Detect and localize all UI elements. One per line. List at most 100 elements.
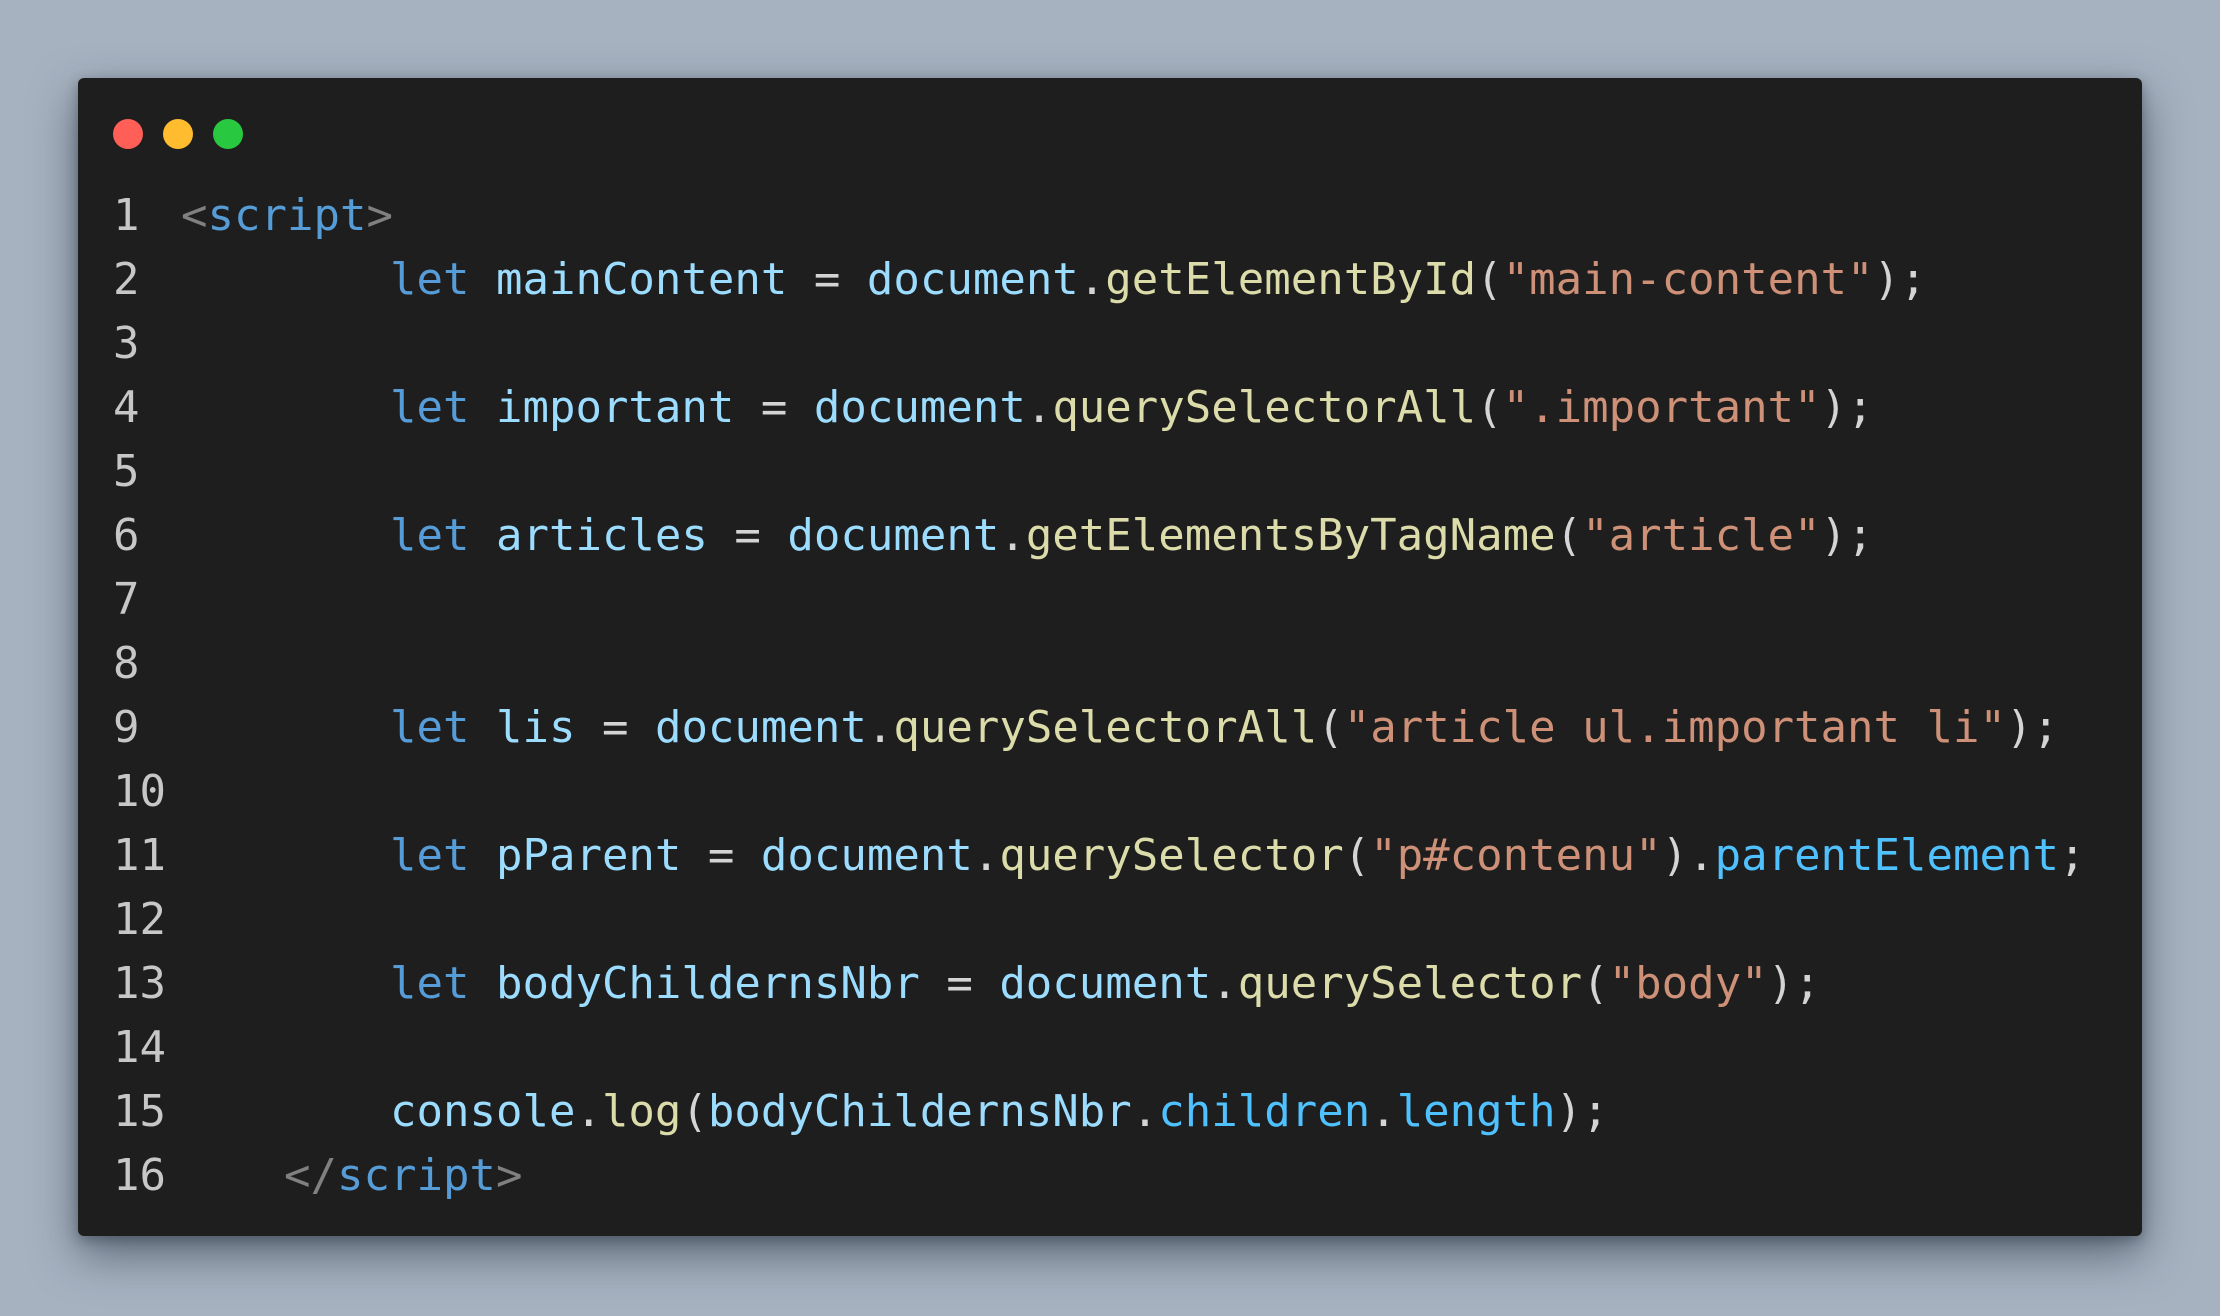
code-token: log: [601, 1086, 682, 1137]
code-token: articles: [495, 510, 708, 561]
code-line: 8: [78, 632, 2142, 696]
code-token: document: [787, 510, 1000, 561]
code-token: let: [390, 702, 470, 753]
code-token: querySelector: [999, 830, 1344, 881]
code-token: .: [1211, 958, 1238, 1009]
code-line: 15 console.log(bodyChildernsNbr.children.…: [78, 1080, 2142, 1144]
code-line: 16 </script>: [78, 1144, 2142, 1208]
line-number: 11: [113, 830, 166, 881]
code-window: 1 <script> 2 let mainContent = document.get…: [78, 78, 2142, 1236]
minimize-window-dot[interactable]: [163, 119, 193, 149]
code-line: 1 <script>: [78, 184, 2142, 248]
code-token: (: [1317, 702, 1344, 753]
code-token: ;: [2058, 830, 2086, 881]
code-token: important: [495, 382, 735, 433]
code-text: let bodyChildernsNbr = document.querySel…: [390, 952, 1821, 1016]
code-text: console.log(bodyChildernsNbr.children.le…: [390, 1080, 1609, 1144]
code-token: getElementById: [1105, 254, 1477, 305]
code-token: mainContent: [495, 254, 788, 305]
code-token: let: [390, 830, 470, 881]
code-token: ".important": [1502, 382, 1821, 433]
code-line: 5: [78, 440, 2142, 504]
line-number: 14: [113, 1022, 166, 1073]
line-number: 12: [113, 894, 166, 945]
line-number: 6: [113, 510, 140, 561]
code-token: let: [390, 382, 470, 433]
code-line: 10: [78, 760, 2142, 824]
code-line: 3: [78, 312, 2142, 376]
code-token: .: [1131, 1086, 1159, 1137]
code-line: 6 let articles = document.getElementsByTa…: [78, 504, 2142, 568]
code-token: let: [390, 510, 470, 561]
code-token: script: [336, 1150, 496, 1201]
code-token: =: [681, 830, 761, 881]
code-token: lis: [495, 702, 576, 753]
code-token: "article ul.important li": [1343, 702, 2006, 753]
code-token: );: [2005, 702, 2059, 753]
code-token: querySelectorAll: [1052, 382, 1477, 433]
code-text: </script>: [284, 1144, 522, 1208]
line-number: 10: [113, 766, 166, 817]
code-token: .: [1025, 382, 1053, 433]
code-token: .: [866, 702, 894, 753]
code-block: 1 <script> 2 let mainContent = document.get…: [78, 184, 2142, 1208]
code-token: <: [181, 190, 208, 241]
code-token: >: [495, 1150, 523, 1201]
code-token: (: [1476, 382, 1503, 433]
code-line: 12: [78, 888, 2142, 952]
line-number: 9: [113, 702, 140, 753]
code-token: document: [813, 382, 1026, 433]
code-text: <script>: [181, 184, 393, 248]
maximize-window-dot[interactable]: [213, 119, 243, 149]
code-text: let lis = document.querySelectorAll("art…: [390, 696, 2059, 760]
line-number: 15: [113, 1086, 166, 1137]
line-number: 3: [113, 318, 140, 369]
line-number: 16: [113, 1150, 166, 1201]
code-token: getElementsByTagName: [1025, 510, 1556, 561]
code-token: (: [681, 1086, 708, 1137]
window-controls: [113, 119, 263, 149]
code-token: =: [575, 702, 655, 753]
code-token: document: [760, 830, 973, 881]
code-text: let important = document.querySelectorAl…: [390, 376, 1874, 440]
code-text: let mainContent = document.getElementByI…: [390, 248, 1927, 312]
code-token: "article": [1582, 510, 1821, 561]
code-token: (: [1582, 958, 1609, 1009]
code-token: children: [1158, 1086, 1371, 1137]
code-token: pParent: [495, 830, 682, 881]
code-token: =: [919, 958, 1000, 1009]
line-number: 8: [113, 638, 140, 689]
line-number: 5: [113, 446, 140, 497]
code-token: </: [284, 1150, 337, 1201]
code-text: let articles = document.getElementsByTag…: [390, 504, 1874, 568]
code-text: let pParent = document.querySelector("p#…: [390, 824, 2085, 888]
code-token: (: [1343, 830, 1371, 881]
code-token: =: [707, 510, 788, 561]
line-number: 13: [113, 958, 166, 1009]
close-window-dot[interactable]: [113, 119, 143, 149]
code-token: document: [999, 958, 1212, 1009]
code-token: bodyChildernsNbr: [495, 958, 920, 1009]
code-token: querySelector: [1237, 958, 1583, 1009]
code-token: bodyChildernsNbr: [707, 1086, 1132, 1137]
code-token: );: [1873, 254, 1927, 305]
code-token: let: [390, 958, 470, 1009]
code-token: "p#contenu": [1370, 830, 1662, 881]
code-token: >: [366, 190, 393, 241]
code-line: 2 let mainContent = document.getElementBy…: [78, 248, 2142, 312]
code-token: "body": [1608, 958, 1768, 1009]
code-token: document: [866, 254, 1079, 305]
code-token: );: [1555, 1086, 1609, 1137]
code-token: .: [1078, 254, 1106, 305]
code-token: .: [972, 830, 1000, 881]
line-number: 2: [113, 254, 140, 305]
code-token: .: [999, 510, 1026, 561]
code-line: 9 let lis = document.querySelectorAll("ar…: [78, 696, 2142, 760]
code-token: script: [207, 190, 367, 241]
